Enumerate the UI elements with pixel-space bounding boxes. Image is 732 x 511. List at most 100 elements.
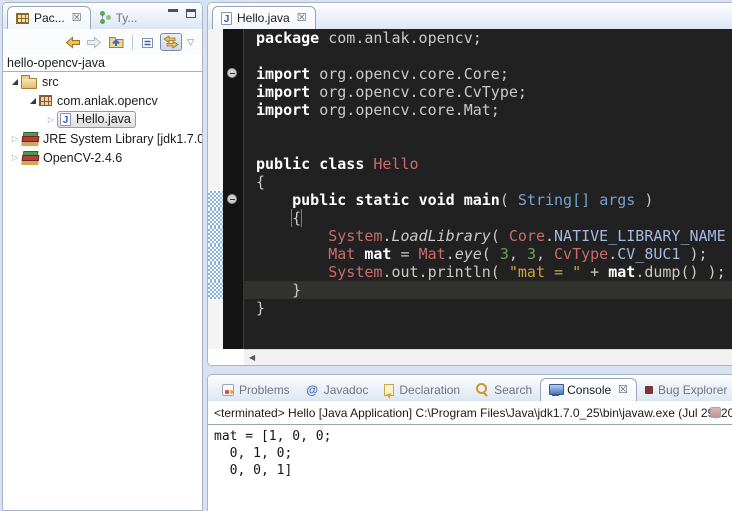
tab-label: Ty... bbox=[116, 11, 138, 25]
tree-item-content: com.anlak.opencv bbox=[39, 94, 158, 108]
editor-area: Hello.java ☒ package com.anlak.opencv; im… bbox=[207, 2, 732, 366]
console-output[interactable]: mat = [1, 0, 0; 0, 1, 0; 0, 0, 1] bbox=[208, 425, 732, 482]
forward-button[interactable] bbox=[86, 35, 102, 50]
tab-label: Search bbox=[494, 383, 532, 397]
terminate-button[interactable] bbox=[710, 407, 721, 418]
go-into-folder-button[interactable] bbox=[107, 34, 125, 50]
collapse-all-button[interactable] bbox=[140, 35, 155, 50]
view-tab-ty[interactable]: Ty... bbox=[91, 6, 146, 29]
code-text: System.LoadLibrary( Core.NATIVE_LIBRARY_… bbox=[243, 227, 732, 245]
collapse-arrow-icon[interactable]: ◢ bbox=[9, 77, 21, 86]
view-menu-icon[interactable]: ▽ bbox=[187, 37, 194, 48]
fold-gutter bbox=[223, 227, 243, 245]
fold-gutter bbox=[223, 299, 243, 317]
tab-label: Javadoc bbox=[324, 383, 369, 397]
annotation-ruler bbox=[208, 299, 223, 317]
code-line-current: } bbox=[208, 281, 732, 299]
tree-item-label: src bbox=[42, 75, 59, 89]
tree-item-content: OpenCV-2.4.6 bbox=[21, 151, 122, 165]
tree-item-opencv-2-4-6[interactable]: ▷OpenCV-2.4.6 bbox=[3, 148, 202, 167]
code-text: } bbox=[243, 281, 732, 299]
library bbox=[21, 151, 38, 164]
range-indicator bbox=[208, 263, 223, 281]
tree-item-label: com.anlak.opencv bbox=[57, 94, 158, 108]
annotation-ruler bbox=[208, 137, 223, 155]
toolbar-separator bbox=[132, 35, 133, 50]
editor-tab-hello-java[interactable]: Hello.java ☒ bbox=[212, 6, 316, 29]
fold-gutter bbox=[223, 137, 243, 155]
view-tab-search[interactable]: Search bbox=[468, 378, 540, 401]
annotation-ruler bbox=[208, 155, 223, 173]
view-tab-bug-explorer[interactable]: Bug Explorer bbox=[637, 378, 732, 401]
code-line: } bbox=[208, 299, 732, 317]
code-line: public class Hello bbox=[208, 155, 732, 173]
code-line: public static void main( String[] args ) bbox=[208, 191, 732, 209]
tree-item-hello-java[interactable]: ▷Hello.java bbox=[3, 110, 202, 129]
code-line: { bbox=[208, 209, 732, 227]
tree-item-jre-system-library-jdk1-7-0[interactable]: ▷ JRE System Library [jdk1.7.0 bbox=[3, 129, 202, 148]
code-line: Mat mat = Mat.eye( 3, 3, CvType.CV_8UC1 … bbox=[208, 245, 732, 263]
range-indicator bbox=[208, 209, 223, 227]
console-icon bbox=[549, 384, 562, 396]
code-text: { bbox=[243, 173, 732, 191]
fold-collapse-icon[interactable] bbox=[227, 194, 237, 204]
package-explorer-toolbar: ▽ bbox=[3, 29, 202, 55]
package-explorer-tabbar: Pac...☒ Ty... bbox=[3, 3, 202, 29]
expand-arrow-icon[interactable]: ▷ bbox=[9, 134, 21, 143]
maximize-view-button[interactable] bbox=[186, 9, 196, 18]
tab-label: Declaration bbox=[399, 383, 460, 397]
code-text: { bbox=[243, 209, 732, 227]
package-explorer-icon bbox=[16, 13, 29, 24]
tree-item-label: JRE System Library [jdk1.7.0 bbox=[43, 132, 202, 146]
tree-item-com-anlak-opencv[interactable]: ◢ com.anlak.opencv bbox=[3, 91, 202, 110]
code-editor[interactable]: package com.anlak.opencv; import org.open… bbox=[208, 29, 732, 365]
link-with-editor-button[interactable] bbox=[160, 33, 182, 51]
view-tabs: Pac...☒ Ty... bbox=[3, 3, 145, 29]
console-view: Problems@Javadoc Declaration Search Console… bbox=[207, 374, 732, 511]
code-text: import org.opencv.core.Core; bbox=[243, 65, 732, 83]
close-tab-icon[interactable]: ☒ bbox=[297, 13, 307, 24]
tree-root-project[interactable]: hello-opencv-java bbox=[3, 55, 202, 72]
close-tab-icon[interactable]: ☒ bbox=[72, 13, 82, 24]
annotation-ruler bbox=[208, 47, 223, 65]
code-line: package com.anlak.opencv; bbox=[208, 29, 732, 47]
back-button[interactable] bbox=[65, 35, 81, 50]
code-line: System.out.println( "mat = " + mat.dump(… bbox=[208, 263, 732, 281]
scroll-left-icon[interactable]: ◀ bbox=[249, 353, 255, 362]
package-explorer-tree: hello-opencv-java ◢src◢com.anlak.opencv▷… bbox=[3, 55, 202, 511]
fold-gutter bbox=[223, 47, 243, 65]
minimize-view-button[interactable] bbox=[168, 9, 178, 18]
view-tab-problems[interactable]: Problems bbox=[214, 378, 298, 401]
code-lines[interactable]: package com.anlak.opencv; import org.open… bbox=[208, 29, 732, 349]
view-tab-javadoc[interactable]: @Javadoc bbox=[298, 378, 377, 401]
annotation-ruler bbox=[208, 65, 223, 83]
expand-arrow-icon[interactable]: ▷ bbox=[9, 153, 21, 162]
view-tab-declaration[interactable]: Declaration bbox=[376, 378, 468, 401]
tree-item-src[interactable]: ◢ src bbox=[3, 72, 202, 91]
editor-horizontal-scrollbar[interactable]: ◀ bbox=[244, 349, 732, 365]
view-tab-console[interactable]: Console☒ bbox=[540, 378, 637, 401]
problems-icon bbox=[222, 384, 234, 396]
editor-tab-label: Hello.java bbox=[237, 11, 290, 25]
fold-gutter bbox=[223, 29, 243, 47]
package-folder bbox=[21, 78, 37, 89]
code-text: package com.anlak.opencv; bbox=[243, 29, 732, 47]
annotation-ruler bbox=[208, 101, 223, 119]
annotation-ruler bbox=[208, 29, 223, 47]
range-indicator bbox=[208, 281, 223, 299]
console-title: <terminated> Hello [Java Application] C:… bbox=[208, 401, 732, 425]
expand-arrow-icon[interactable]: ▷ bbox=[45, 115, 57, 124]
annotation-ruler bbox=[208, 119, 223, 137]
code-text: import org.opencv.core.Mat; bbox=[243, 101, 732, 119]
collapse-arrow-icon[interactable]: ◢ bbox=[27, 96, 39, 105]
fold-collapse-icon[interactable] bbox=[227, 68, 237, 78]
view-tab-pac[interactable]: Pac...☒ bbox=[7, 6, 91, 29]
code-line: import org.opencv.core.Core; bbox=[208, 65, 732, 83]
fold-gutter bbox=[223, 209, 243, 227]
code-line: import org.opencv.core.Mat; bbox=[208, 101, 732, 119]
fold-gutter bbox=[223, 83, 243, 101]
selected-tree-item: Hello.java bbox=[57, 111, 136, 128]
close-tab-icon[interactable]: ☒ bbox=[618, 385, 628, 396]
tab-label: Bug Explorer bbox=[658, 383, 727, 397]
code-line bbox=[208, 47, 732, 65]
